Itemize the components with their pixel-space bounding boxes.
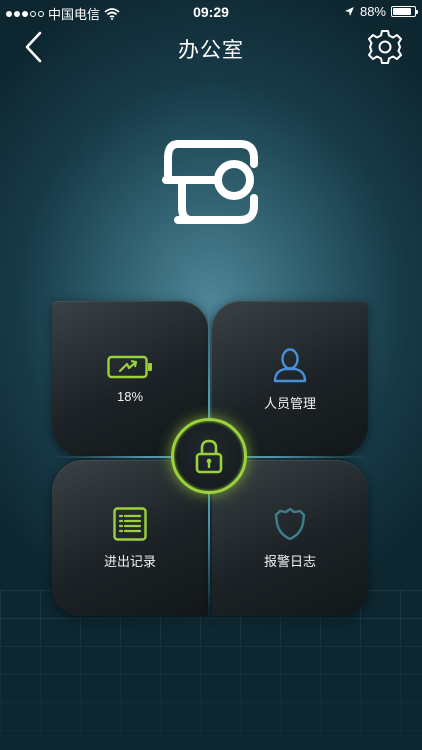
status-bar: 中国电信 09:29 88% [0, 0, 422, 24]
unlock-button[interactable] [171, 418, 247, 494]
list-document-icon [113, 506, 147, 541]
battery-level-label: 18% [116, 388, 144, 404]
page-title: 办公室 [178, 39, 244, 62]
person-icon [273, 347, 307, 382]
battery-charging-icon [107, 355, 152, 378]
battery-percentage: 88% [359, 4, 386, 19]
gear-icon [368, 30, 402, 64]
access-log-label: 进出记录 [103, 553, 156, 569]
alarm-log-tile[interactable]: 报警日志 [212, 460, 368, 616]
location-arrow-icon [344, 7, 354, 16]
alarm-log-label: 报警日志 [263, 553, 316, 569]
personnel-management-label: 人员管理 [263, 395, 316, 411]
padlock-icon [195, 439, 223, 474]
status-right: 88% [344, 4, 418, 19]
battery-icon [391, 6, 418, 17]
battery-fill [393, 8, 412, 15]
key-logo-icon [162, 140, 258, 224]
settings-button[interactable] [366, 28, 404, 66]
shield-badge-icon [274, 507, 306, 540]
background-grid-floor [0, 590, 422, 750]
